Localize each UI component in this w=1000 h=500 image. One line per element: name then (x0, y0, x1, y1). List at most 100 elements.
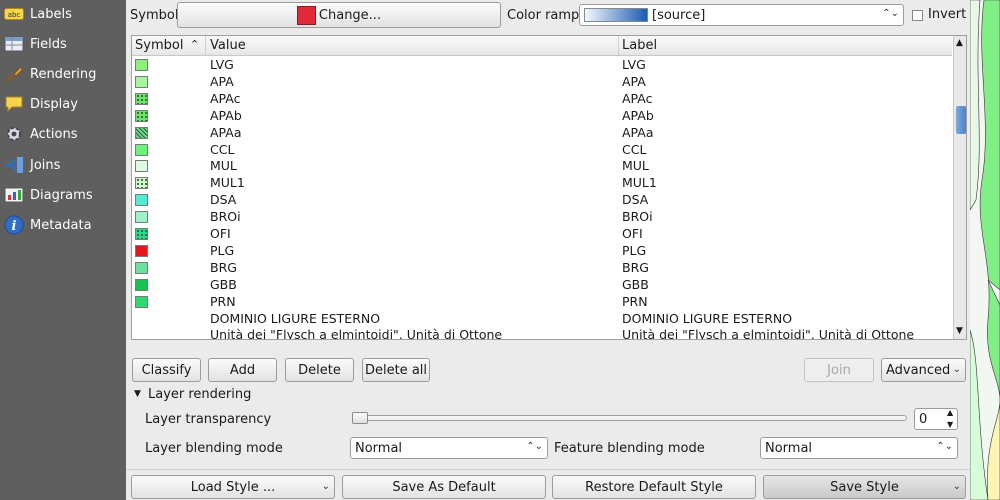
table-row[interactable]: LVG LVG (132, 57, 952, 74)
category-symbol-swatch[interactable] (135, 126, 148, 139)
table-row[interactable]: APAb APAb (132, 108, 952, 125)
layer-blending-select[interactable]: Normal ⌃⌄ (350, 437, 548, 459)
table-row[interactable]: BRG BRG (132, 260, 952, 277)
category-value[interactable]: PLG (210, 243, 234, 258)
category-value[interactable]: MUL1 (210, 175, 245, 190)
category-symbol-swatch[interactable] (135, 228, 148, 240)
table-row[interactable]: GBB GBB (132, 277, 952, 294)
category-symbol-swatch[interactable] (135, 295, 148, 308)
join-button[interactable]: Join (804, 358, 874, 382)
table-row[interactable]: DOMINIO LIGURE ESTERNO DOMINIO LIGURE EST… (132, 311, 952, 328)
map-canvas[interactable] (970, 0, 1000, 500)
feature-blending-select[interactable]: Normal ⌃⌄ (760, 437, 958, 459)
spin-up-icon[interactable]: ▲ (947, 408, 953, 417)
category-symbol-swatch[interactable] (135, 194, 148, 207)
category-label[interactable]: BROi (622, 209, 653, 224)
category-value[interactable]: PRN (210, 294, 236, 309)
delete-button[interactable]: Delete (285, 358, 354, 382)
table-row[interactable]: OFI OFI (132, 226, 952, 243)
sidebar-item-joins[interactable]: Joins (0, 151, 126, 179)
category-label[interactable]: DSA (622, 192, 648, 207)
category-label[interactable]: APA (622, 74, 646, 89)
table-row[interactable]: Unità dei "Flysch a elmintoidi", Unità d… (132, 327, 952, 339)
category-symbol-swatch[interactable] (135, 177, 148, 190)
sidebar-item-labels[interactable]: abc Labels (0, 0, 126, 28)
table-row[interactable]: DSA DSA (132, 192, 952, 209)
category-label[interactable]: GBB (622, 277, 649, 292)
sidebar-item-rendering[interactable]: Rendering (0, 60, 126, 88)
category-label[interactable]: PLG (622, 243, 646, 258)
category-label[interactable]: APAb (622, 108, 654, 123)
color-ramp-select[interactable]: [source] ⌃⌄ (579, 4, 904, 26)
table-row[interactable]: CCL CCL (132, 142, 952, 159)
save-style-button[interactable]: Save Style ⌄ (763, 475, 966, 499)
category-symbol-swatch[interactable] (135, 160, 148, 173)
category-label[interactable]: Unità dei "Flysch a elmintoidi", Unità d… (622, 327, 914, 339)
category-value[interactable]: APAa (210, 125, 242, 140)
category-value[interactable]: GBB (210, 277, 237, 292)
category-value[interactable]: LVG (210, 57, 234, 72)
table-row[interactable]: APA APA (132, 74, 952, 91)
category-value[interactable]: MUL (210, 158, 237, 173)
category-symbol-swatch[interactable] (135, 143, 148, 156)
header-symbol[interactable]: Symbol (135, 38, 183, 53)
save-as-default-button[interactable]: Save As Default (342, 475, 546, 499)
table-row[interactable]: APAc APAc (132, 91, 952, 108)
header-label[interactable]: Label (622, 38, 657, 53)
category-label[interactable]: APAa (622, 125, 654, 140)
category-label[interactable]: BRG (622, 260, 649, 275)
category-label[interactable]: LVG (622, 57, 646, 72)
category-label[interactable]: OFI (622, 226, 643, 241)
category-label[interactable]: CCL (622, 142, 646, 157)
spin-down-icon[interactable]: ▼ (947, 420, 953, 429)
table-row[interactable]: APAa APAa (132, 125, 952, 142)
category-symbol-swatch[interactable] (135, 244, 148, 257)
sidebar-item-display[interactable]: Display (0, 90, 126, 118)
category-value[interactable]: APAb (210, 108, 242, 123)
sidebar-item-diagrams[interactable]: Diagrams (0, 181, 126, 209)
table-row[interactable]: PRN PRN (132, 294, 952, 311)
category-label[interactable]: PRN (622, 294, 648, 309)
category-value[interactable]: Unità dei "Flysch a elmintoidi", Unità d… (210, 327, 502, 339)
table-row[interactable]: MUL1 MUL1 (132, 175, 952, 192)
category-value[interactable]: OFI (210, 226, 231, 241)
categories-table[interactable]: Symbol ⌃ Value Label LVG LVG APA APA APAc APA… (131, 35, 967, 340)
category-value[interactable]: DOMINIO LIGURE ESTERNO (210, 311, 380, 326)
category-symbol-swatch[interactable] (135, 59, 148, 71)
advanced-menu-button[interactable]: Advanced ⌄ (881, 358, 966, 382)
category-value[interactable]: BRG (210, 260, 237, 275)
collapse-arrow-icon[interactable]: ▼ (134, 389, 141, 399)
category-value[interactable]: BROi (210, 209, 241, 224)
vertical-scroll-thumb[interactable] (956, 106, 966, 134)
category-value[interactable]: CCL (210, 142, 234, 157)
sidebar-item-actions[interactable]: Actions (0, 120, 126, 148)
category-symbol-swatch[interactable] (135, 75, 148, 88)
category-label[interactable]: MUL (622, 158, 649, 173)
category-label[interactable]: DOMINIO LIGURE ESTERNO (622, 311, 792, 326)
add-button[interactable]: Add (208, 358, 277, 382)
transparency-slider-track[interactable] (352, 415, 907, 421)
category-symbol-swatch[interactable] (135, 109, 148, 122)
vertical-scrollbar[interactable]: ▲ ▼ (953, 36, 966, 339)
sidebar-item-metadata[interactable]: i Metadata (0, 211, 126, 239)
restore-default-style-button[interactable]: Restore Default Style (552, 475, 756, 499)
transparency-slider-handle[interactable] (352, 412, 368, 424)
category-symbol-swatch[interactable] (135, 211, 148, 224)
sidebar-item-fields[interactable]: Fields (0, 30, 126, 58)
category-symbol-swatch[interactable] (135, 278, 148, 291)
category-value[interactable]: APAc (210, 91, 241, 106)
invert-checkbox[interactable] (912, 10, 923, 21)
category-value[interactable]: APA (210, 74, 234, 89)
category-label[interactable]: APAc (622, 91, 653, 106)
load-style-button[interactable]: Load Style ... ⌄ (131, 475, 335, 499)
header-value[interactable]: Value (210, 38, 246, 53)
classify-button[interactable]: Classify (132, 358, 201, 382)
change-symbol-button[interactable]: Change... (177, 2, 501, 28)
category-symbol-swatch[interactable] (135, 261, 148, 274)
delete-all-button[interactable]: Delete all (362, 358, 430, 382)
category-label[interactable]: MUL1 (622, 175, 657, 190)
table-row[interactable]: BROi BROi (132, 209, 952, 226)
table-row[interactable]: MUL MUL (132, 158, 952, 175)
category-value[interactable]: DSA (210, 192, 236, 207)
table-row[interactable]: PLG PLG (132, 243, 952, 260)
